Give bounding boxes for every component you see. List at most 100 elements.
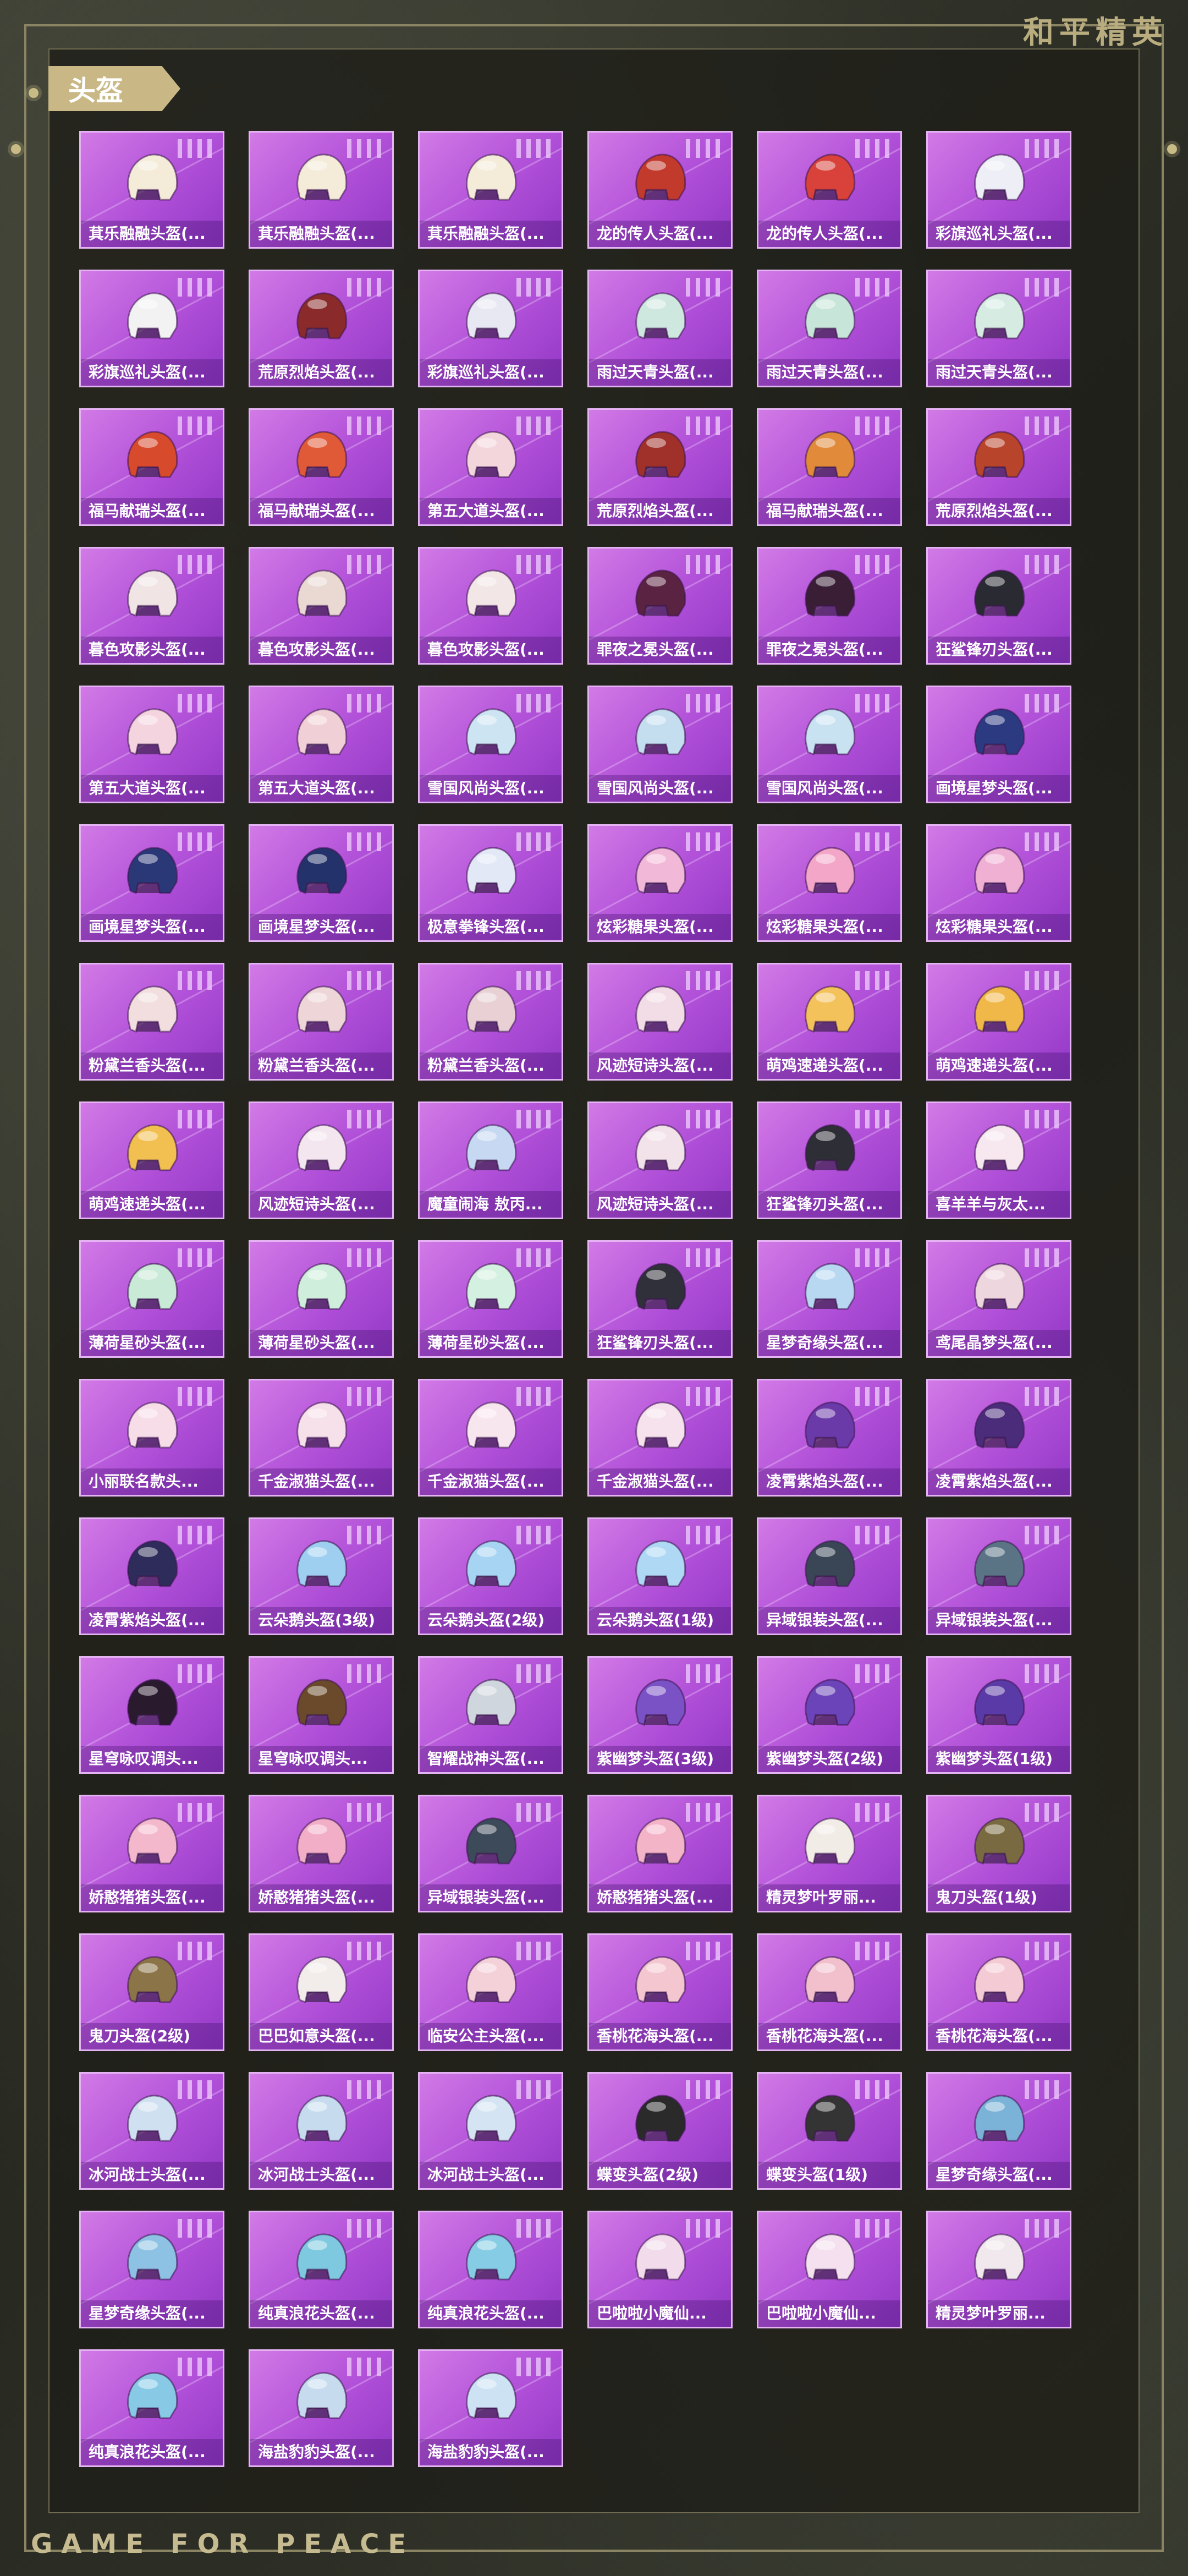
- helmet-item-card[interactable]: 罪夜之冕头盔(...: [757, 547, 902, 665]
- helmet-item-card[interactable]: 紫幽梦头盔(3级): [587, 1656, 733, 1774]
- helmet-item-card[interactable]: 炫彩糖果头盔(...: [757, 824, 902, 942]
- helmet-item-card[interactable]: 雨过天青头盔(...: [757, 270, 902, 387]
- helmet-item-card[interactable]: 荒原烈焰头盔(...: [249, 270, 394, 387]
- helmet-item-card[interactable]: 异域银装头盔(...: [757, 1517, 902, 1635]
- helmet-item-card[interactable]: 魔童闹海 敖丙...: [418, 1101, 563, 1219]
- helmet-item-card[interactable]: 海盐豹豹头盔(...: [418, 2349, 563, 2467]
- helmet-item-card[interactable]: 云朵鹅头盔(2级): [418, 1517, 563, 1635]
- helmet-item-card[interactable]: 粉黛兰香头盔(...: [418, 963, 563, 1081]
- helmet-item-card[interactable]: 蝶变头盔(2级): [587, 2072, 733, 2190]
- helmet-item-card[interactable]: 紫幽梦头盔(2级): [757, 1656, 902, 1774]
- helmet-item-card[interactable]: 鬼刀头盔(1级): [926, 1795, 1071, 1912]
- helmet-item-card[interactable]: 龙的传人头盔(...: [587, 131, 733, 249]
- helmet-item-card[interactable]: 萌鸡速递头盔(...: [79, 1101, 224, 1219]
- helmet-item-card[interactable]: 萁乐融融头盔(...: [79, 131, 224, 249]
- helmet-item-card[interactable]: 萁乐融融头盔(...: [249, 131, 394, 249]
- helmet-item-card[interactable]: 千金淑猫头盔(...: [418, 1379, 563, 1497]
- helmet-item-card[interactable]: 星穹咏叹调头...: [79, 1656, 224, 1774]
- helmet-item-card[interactable]: 狂鲨锋刃头盔(...: [587, 1240, 733, 1358]
- helmet-item-card[interactable]: 粉黛兰香头盔(...: [79, 963, 224, 1081]
- helmet-item-card[interactable]: 巴啦啦小魔仙...: [757, 2211, 902, 2328]
- helmet-item-card[interactable]: 画境星梦头盔(...: [249, 824, 394, 942]
- helmet-item-card[interactable]: 纯真浪花头盔(...: [418, 2211, 563, 2328]
- helmet-item-card[interactable]: 第五大道头盔(...: [79, 686, 224, 803]
- helmet-item-card[interactable]: 冰河战士头盔(...: [79, 2072, 224, 2190]
- helmet-item-card[interactable]: 罪夜之冕头盔(...: [587, 547, 733, 665]
- helmet-item-card[interactable]: 娇憨猪猪头盔(...: [249, 1795, 394, 1912]
- helmet-item-card[interactable]: 福马献瑞头盔(...: [249, 408, 394, 526]
- helmet-item-card[interactable]: 萌鸡速递头盔(...: [926, 963, 1071, 1081]
- helmet-item-card[interactable]: 星梦奇缘头盔(...: [926, 2072, 1071, 2190]
- helmet-item-card[interactable]: 画境星梦头盔(...: [79, 824, 224, 942]
- helmet-item-card[interactable]: 云朵鹅头盔(1级): [587, 1517, 733, 1635]
- helmet-item-card[interactable]: 娇憨猪猪头盔(...: [79, 1795, 224, 1912]
- helmet-item-card[interactable]: 精灵梦叶罗丽...: [757, 1795, 902, 1912]
- helmet-item-card[interactable]: 炫彩糖果头盔(...: [587, 824, 733, 942]
- helmet-item-card[interactable]: 纯真浪花头盔(...: [79, 2349, 224, 2467]
- helmet-item-card[interactable]: 临安公主头盔(...: [418, 1933, 563, 2051]
- helmet-item-card[interactable]: 纯真浪花头盔(...: [249, 2211, 394, 2328]
- helmet-item-card[interactable]: 异域银装头盔(...: [418, 1795, 563, 1912]
- helmet-item-card[interactable]: 千金淑猫头盔(...: [587, 1379, 733, 1497]
- helmet-item-card[interactable]: 紫幽梦头盔(1级): [926, 1656, 1071, 1774]
- helmet-item-card[interactable]: 暮色攻影头盔(...: [249, 547, 394, 665]
- helmet-item-card[interactable]: 雨过天青头盔(...: [587, 270, 733, 387]
- helmet-item-card[interactable]: 海盐豹豹头盔(...: [249, 2349, 394, 2467]
- helmet-item-card[interactable]: 炫彩糖果头盔(...: [926, 824, 1071, 942]
- helmet-item-card[interactable]: 鸢尾晶梦头盔(...: [926, 1240, 1071, 1358]
- helmet-item-card[interactable]: 雨过天青头盔(...: [926, 270, 1071, 387]
- helmet-item-card[interactable]: 雪国风尚头盔(...: [587, 686, 733, 803]
- helmet-item-card[interactable]: 萁乐融融头盔(...: [418, 131, 563, 249]
- helmet-item-card[interactable]: 风迹短诗头盔(...: [249, 1101, 394, 1219]
- helmet-item-card[interactable]: 薄荷星砂头盔(...: [249, 1240, 394, 1358]
- helmet-item-card[interactable]: 巴巴如意头盔(...: [249, 1933, 394, 2051]
- helmet-item-card[interactable]: 精灵梦叶罗丽...: [926, 2211, 1071, 2328]
- helmet-item-card[interactable]: 狂鲨锋刃头盔(...: [757, 1101, 902, 1219]
- helmet-item-card[interactable]: 狂鲨锋刃头盔(...: [926, 547, 1071, 665]
- helmet-item-card[interactable]: 彩旗巡礼头盔(...: [418, 270, 563, 387]
- helmet-item-card[interactable]: 彩旗巡礼头盔(...: [79, 270, 224, 387]
- helmet-item-card[interactable]: 龙的传人头盔(...: [757, 131, 902, 249]
- helmet-item-card[interactable]: 蝶变头盔(1级): [757, 2072, 902, 2190]
- helmet-item-card[interactable]: 云朵鹅头盔(3级): [249, 1517, 394, 1635]
- helmet-item-card[interactable]: 香桃花海头盔(...: [587, 1933, 733, 2051]
- rarity-stripes-icon: [686, 1387, 720, 1406]
- helmet-item-card[interactable]: 荒原烈焰头盔(...: [926, 408, 1071, 526]
- helmet-item-card[interactable]: 智耀战神头盔(...: [418, 1656, 563, 1774]
- helmet-item-card[interactable]: 风迹短诗头盔(...: [587, 1101, 733, 1219]
- helmet-item-card[interactable]: 薄荷星砂头盔(...: [418, 1240, 563, 1358]
- helmet-item-card[interactable]: 福马献瑞头盔(...: [79, 408, 224, 526]
- helmet-item-card[interactable]: 喜羊羊与灰太...: [926, 1101, 1071, 1219]
- helmet-item-card[interactable]: 暮色攻影头盔(...: [418, 547, 563, 665]
- helmet-item-card[interactable]: 凌霄紫焰头盔(...: [926, 1379, 1071, 1497]
- helmet-item-card[interactable]: 风迹短诗头盔(...: [587, 963, 733, 1081]
- helmet-item-card[interactable]: 薄荷星砂头盔(...: [79, 1240, 224, 1358]
- helmet-item-card[interactable]: 第五大道头盔(...: [418, 408, 563, 526]
- helmet-item-card[interactable]: 异域银装头盔(...: [926, 1517, 1071, 1635]
- helmet-item-card[interactable]: 暮色攻影头盔(...: [79, 547, 224, 665]
- helmet-item-card[interactable]: 星穹咏叹调头...: [249, 1656, 394, 1774]
- helmet-item-card[interactable]: 彩旗巡礼头盔(...: [926, 131, 1071, 249]
- helmet-item-card[interactable]: 画境星梦头盔(...: [926, 686, 1071, 803]
- helmet-item-card[interactable]: 雪国风尚头盔(...: [757, 686, 902, 803]
- helmet-item-card[interactable]: 千金淑猫头盔(...: [249, 1379, 394, 1497]
- helmet-item-card[interactable]: 凌霄紫焰头盔(...: [79, 1517, 224, 1635]
- helmet-item-card[interactable]: 福马献瑞头盔(...: [757, 408, 902, 526]
- helmet-item-card[interactable]: 粉黛兰香头盔(...: [249, 963, 394, 1081]
- helmet-item-card[interactable]: 第五大道头盔(...: [249, 686, 394, 803]
- helmet-item-card[interactable]: 冰河战士头盔(...: [418, 2072, 563, 2190]
- helmet-item-card[interactable]: 香桃花海头盔(...: [926, 1933, 1071, 2051]
- helmet-item-card[interactable]: 凌霄紫焰头盔(...: [757, 1379, 902, 1497]
- helmet-item-card[interactable]: 星梦奇缘头盔(...: [79, 2211, 224, 2328]
- helmet-item-card[interactable]: 冰河战士头盔(...: [249, 2072, 394, 2190]
- helmet-item-card[interactable]: 巴啦啦小魔仙...: [587, 2211, 733, 2328]
- helmet-item-card[interactable]: 鬼刀头盔(2级): [79, 1933, 224, 2051]
- helmet-item-card[interactable]: 小丽联名款头...: [79, 1379, 224, 1497]
- helmet-item-card[interactable]: 星梦奇缘头盔(...: [757, 1240, 902, 1358]
- helmet-item-card[interactable]: 极意拳锋头盔(...: [418, 824, 563, 942]
- helmet-item-card[interactable]: 娇憨猪猪头盔(...: [587, 1795, 733, 1912]
- helmet-item-card[interactable]: 荒原烈焰头盔(...: [587, 408, 733, 526]
- helmet-item-card[interactable]: 萌鸡速递头盔(...: [757, 963, 902, 1081]
- helmet-item-card[interactable]: 雪国风尚头盔(...: [418, 686, 563, 803]
- helmet-item-card[interactable]: 香桃花海头盔(...: [757, 1933, 902, 2051]
